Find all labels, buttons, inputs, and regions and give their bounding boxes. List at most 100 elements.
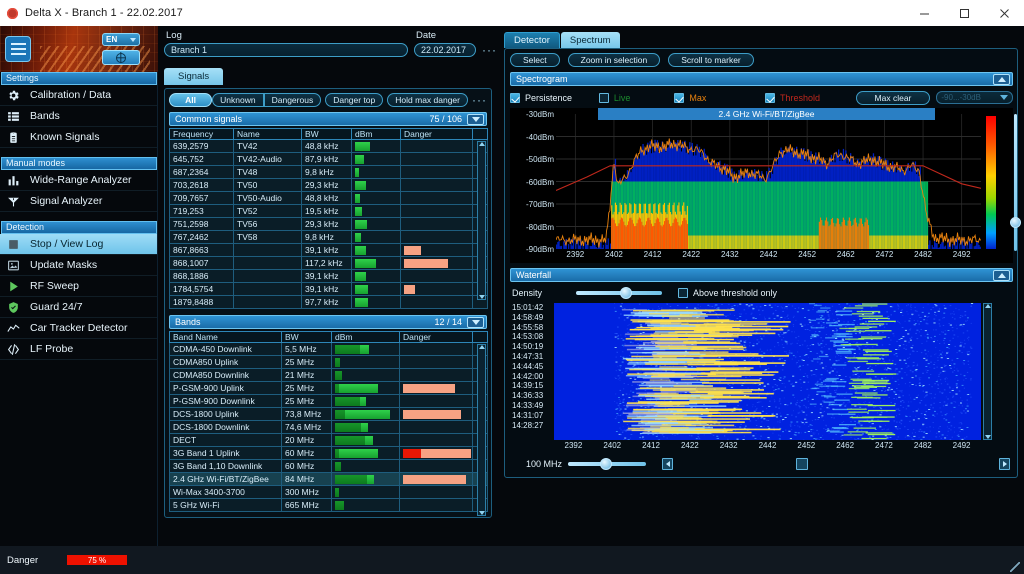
spectrogram-collapse-button[interactable] — [993, 73, 1010, 85]
waterfall-collapse-button[interactable] — [993, 269, 1010, 281]
sidebar-item-stop-view-log[interactable]: Stop / View Log — [0, 234, 157, 255]
slider-knob[interactable] — [1009, 217, 1021, 228]
table-row[interactable]: P-GSM-900 Uplink 25 MHz — [169, 381, 488, 395]
sidebar-item-guard-24-7[interactable]: Guard 24/7 — [0, 297, 157, 318]
danger-bar — [403, 409, 462, 419]
select-button[interactable]: Select — [510, 53, 560, 67]
waterfall-canvas[interactable] — [554, 303, 981, 440]
table-row[interactable]: 1784,5754 39,1 kHz — [169, 282, 488, 296]
tab-spectrum[interactable]: Spectrum — [560, 32, 620, 48]
table-row[interactable]: 868,1886 39,1 kHz — [169, 269, 488, 283]
filter-all[interactable]: All — [169, 93, 213, 107]
table-row[interactable]: 687,2364 TV48 9,8 kHz — [169, 165, 488, 179]
close-button[interactable] — [984, 0, 1024, 26]
spectrum-level-slider[interactable] — [1009, 114, 1021, 251]
signals-scrollbar[interactable] — [477, 141, 486, 300]
log-more-options-button[interactable]: ··· — [482, 44, 497, 57]
sidebar-item-wide-range-analyzer[interactable]: Wide-Range Analyzer — [0, 170, 157, 191]
sidebar-item-rf-sweep[interactable]: RF Sweep — [0, 276, 157, 297]
column-header[interactable]: dBm — [351, 128, 401, 140]
table-row[interactable]: 1879,8488 97,7 kHz — [169, 295, 488, 309]
table-row[interactable]: 2.4 GHz Wi-Fi/BT/ZigBee 84 MHz — [169, 472, 488, 486]
column-header[interactable]: dBm — [331, 331, 400, 343]
table-row[interactable]: 751,2598 TV56 29,3 kHz — [169, 217, 488, 231]
table-row[interactable]: 703,2618 TV50 29,3 kHz — [169, 178, 488, 192]
table-row[interactable]: 767,2462 TV58 9,8 kHz — [169, 230, 488, 244]
menu-icon[interactable] — [5, 36, 31, 62]
waterfall-scrollbar[interactable] — [983, 303, 992, 440]
globe-button[interactable] — [102, 50, 140, 65]
zoom-in-selection-button[interactable]: Zoom in selection — [567, 53, 661, 67]
resize-grip[interactable] — [1010, 562, 1020, 572]
slider-knob[interactable] — [620, 287, 632, 299]
table-row[interactable]: CDMA850 Uplink 25 MHz — [169, 355, 488, 369]
sidebar-item-update-masks[interactable]: Update Masks — [0, 255, 157, 276]
scroll-left-button[interactable] — [662, 458, 673, 470]
sidebar-item-car-tracker-detector[interactable]: Car Tracker Detector — [0, 318, 157, 339]
filter-hold-max-danger[interactable]: Hold max danger — [387, 93, 468, 107]
column-header[interactable]: Name — [233, 128, 302, 140]
density-slider[interactable] — [576, 286, 662, 300]
table-row[interactable]: CDMA-450 Downlink 5,5 MHz — [169, 342, 488, 356]
tab-detector[interactable]: Detector — [504, 32, 560, 48]
waterfall-plot[interactable]: 15:01:42 14:58:49 14:55:58 14:53:08 14:50:19… — [510, 303, 1013, 453]
spectrum-plot[interactable]: -30dBm -40dBm -50dBm -60dBm -70dBm -80dBm -90d… — [510, 108, 1021, 263]
table-row[interactable]: 868,1007 117,2 kHz — [169, 256, 488, 270]
table-row[interactable]: DECT 20 MHz — [169, 433, 488, 447]
signals-table-wrap: Frequency Name BW dBm Danger 639,2579 TV42 48,… — [169, 128, 488, 309]
table-row[interactable]: Wi-Max 3400-3700 300 MHz — [169, 485, 488, 499]
column-header[interactable]: BW — [281, 331, 332, 343]
column-header[interactable]: Frequency — [169, 128, 234, 140]
scroll-to-marker-button[interactable]: Scroll to marker — [668, 53, 754, 67]
threshold-checkbox[interactable]: Threshold — [764, 92, 856, 103]
date-input[interactable]: 22.02.2017 — [414, 43, 476, 57]
table-row[interactable]: CDMA850 Downlink 21 MHz — [169, 368, 488, 382]
column-header[interactable]: Danger — [400, 128, 473, 140]
table-row[interactable]: 645,752 TV42-Audio 87,9 kHz — [169, 152, 488, 166]
live-checkbox[interactable]: Live — [598, 92, 675, 103]
persistence-checkbox[interactable]: Persistence — [510, 92, 599, 103]
filter-dangerous[interactable]: Dangerous — [263, 93, 322, 107]
log-input[interactable]: Branch 1 — [164, 43, 408, 57]
sidebar-item-known-signals[interactable]: Known Signals — [0, 127, 157, 148]
sidebar-item-calibration-data[interactable]: Calibration / Data — [0, 85, 157, 106]
maximize-button[interactable] — [944, 0, 984, 26]
column-header[interactable] — [472, 331, 488, 343]
table-row[interactable]: DCS-1800 Uplink 73,8 MHz — [169, 407, 488, 421]
above-threshold-checkbox[interactable]: Above threshold only — [678, 288, 777, 298]
sidebar-item-lf-probe[interactable]: LF Probe — [0, 339, 157, 360]
table-row[interactable]: 719,253 TV52 19,5 kHz — [169, 204, 488, 218]
table-row[interactable]: 867,8663 39,1 kHz — [169, 243, 488, 257]
language-selector[interactable]: EN — [102, 33, 140, 46]
span-slider[interactable] — [568, 457, 646, 471]
table-row[interactable]: 3G Band 1 Uplink 60 MHz — [169, 446, 488, 460]
table-row[interactable]: 639,2579 TV42 48,8 kHz — [169, 139, 488, 153]
sidebar-item-signal-analyzer[interactable]: Signal Analyzer — [0, 191, 157, 212]
tab-signals[interactable]: Signals — [164, 68, 224, 85]
column-header[interactable]: Band Name — [169, 331, 282, 343]
table-row[interactable]: 3G Band 1,10 Downlink 60 MHz — [169, 459, 488, 473]
table-row[interactable]: P-GSM-900 Downlink 25 MHz — [169, 394, 488, 408]
max-checkbox[interactable]: Max — [674, 92, 765, 103]
table-row[interactable]: 5 GHz Wi-Fi 665 MHz — [169, 498, 488, 512]
column-header[interactable]: BW — [301, 128, 352, 140]
column-header[interactable] — [472, 128, 488, 140]
date-field-group: Date 22.02.2017 — [414, 30, 476, 57]
scroll-thumb-button[interactable] — [796, 458, 808, 470]
slider-knob[interactable] — [600, 458, 612, 470]
filter-danger-top[interactable]: Danger top — [325, 93, 384, 107]
filter-unknown[interactable]: Unknown — [212, 93, 264, 107]
table-row[interactable]: DCS-1800 Downlink 74,6 MHz — [169, 420, 488, 434]
common-signals-collapse-button[interactable] — [467, 113, 484, 125]
column-header[interactable]: Danger — [399, 331, 473, 343]
filter-more-options-button[interactable]: ··· — [472, 94, 487, 107]
range-dropdown[interactable]: -90...-30dB — [936, 91, 1014, 104]
scroll-right-button[interactable] — [999, 458, 1010, 470]
bands-scrollbar[interactable] — [477, 344, 486, 516]
minimize-button[interactable] — [904, 0, 944, 26]
table-row[interactable]: 709,7657 TV50-Audio 48,8 kHz — [169, 191, 488, 205]
max-clear-button[interactable]: Max clear — [855, 90, 931, 105]
bands-collapse-button[interactable] — [467, 316, 484, 328]
sidebar-item-bands[interactable]: Bands — [0, 106, 157, 127]
spectrum-canvas[interactable] — [556, 114, 981, 249]
